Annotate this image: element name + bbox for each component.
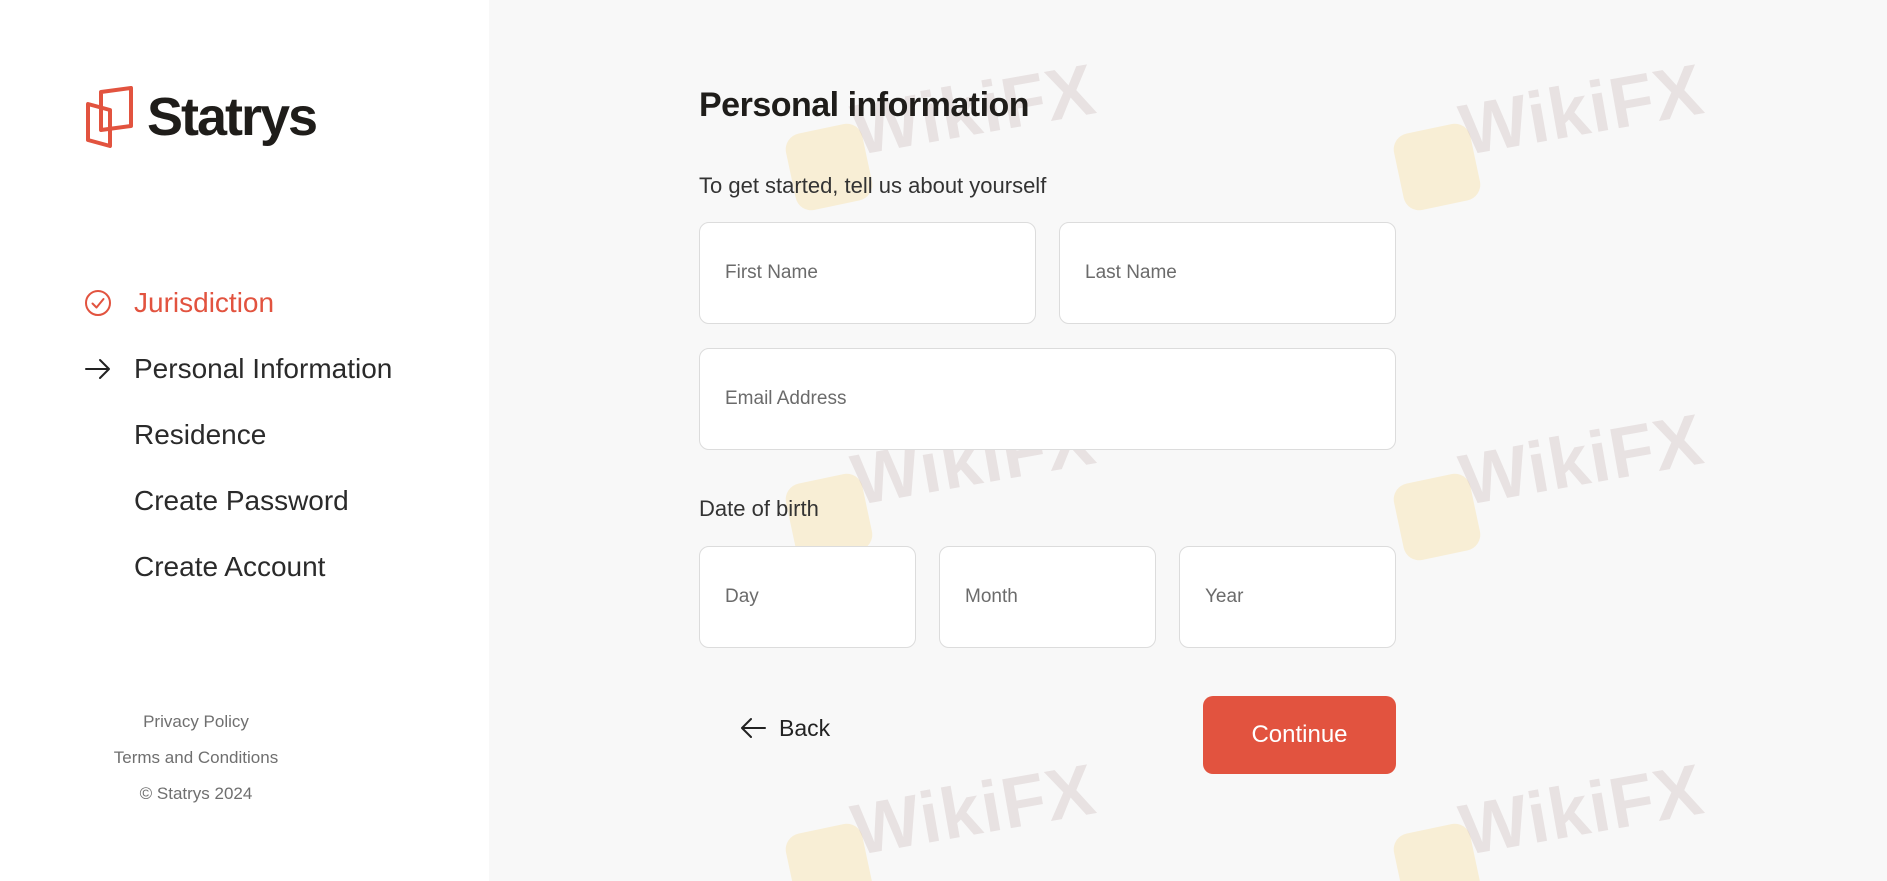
last-name-input[interactable]: [1059, 222, 1396, 324]
watermark: WikiFX: [1368, 400, 1709, 564]
watermark-logo-icon: [782, 120, 876, 214]
step-create-password: Create Password: [84, 468, 392, 534]
form-subtitle: To get started, tell us about yourself: [699, 173, 1047, 198]
continue-button[interactable]: Continue: [1203, 696, 1396, 774]
first-name-input[interactable]: [699, 222, 1036, 324]
step-create-account: Create Account: [84, 534, 392, 600]
copyright-text: © Statrys 2024: [139, 784, 253, 803]
step-label: Personal Information: [134, 353, 393, 384]
terms-link[interactable]: Terms and Conditions: [114, 748, 278, 767]
watermark-logo-icon: [1390, 820, 1484, 881]
step-label: Jurisdiction: [134, 287, 275, 318]
watermark: WikiFX: [1368, 750, 1709, 881]
dob-year-input[interactable]: [1179, 546, 1396, 648]
watermark-logo-icon: [1390, 470, 1484, 564]
watermark-logo-icon: [1390, 120, 1484, 214]
arrow-right-icon: [85, 359, 110, 379]
back-button[interactable]: Back: [739, 714, 830, 742]
step-label: Create Password: [134, 485, 349, 516]
watermark: WikiFX: [760, 750, 1101, 881]
dob-month-input[interactable]: [939, 546, 1156, 648]
watermark: WikiFX: [1368, 50, 1709, 214]
step-residence: Residence: [84, 402, 392, 468]
page: WikiFX WikiFX WikiFX WikiFX WikiFX WikiF…: [0, 0, 1887, 881]
back-label: Back: [779, 714, 831, 741]
dob-day-input[interactable]: [699, 546, 916, 648]
progress-steps: Jurisdiction Personal Information Reside…: [84, 270, 392, 600]
sidebar-footer: Privacy Policy Terms and Conditions © St…: [0, 704, 392, 812]
step-label: Create Account: [134, 551, 326, 582]
brand-logo[interactable]: Statrys: [85, 86, 318, 148]
arrow-left-icon: [741, 718, 766, 738]
email-input[interactable]: [699, 348, 1396, 450]
check-circle-icon: [85, 290, 111, 316]
privacy-policy-link[interactable]: Privacy Policy: [143, 712, 249, 731]
step-personal-information[interactable]: Personal Information: [84, 336, 392, 402]
brand-name: Statrys: [147, 87, 318, 147]
statrys-logo-icon: [86, 86, 133, 148]
sidebar: Statrys Jurisdiction Personal Informatio…: [0, 0, 489, 881]
watermark-logo-icon: [782, 820, 876, 881]
page-title: Personal information: [699, 86, 1030, 124]
step-jurisdiction[interactable]: Jurisdiction: [84, 270, 392, 336]
dob-label: Date of birth: [699, 496, 819, 521]
step-label: Residence: [134, 419, 267, 450]
